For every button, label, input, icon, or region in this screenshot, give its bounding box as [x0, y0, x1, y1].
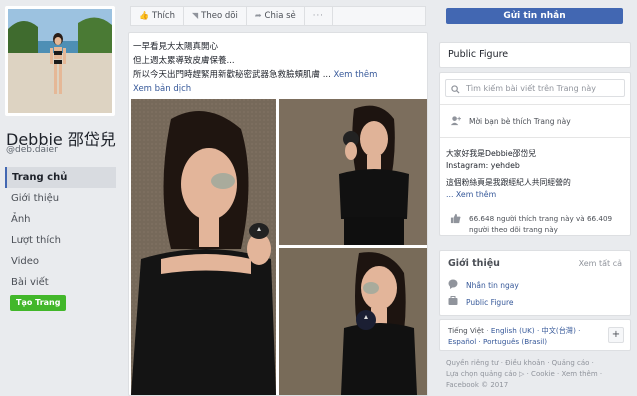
nav-item-about[interactable]: Giới thiệu: [5, 188, 116, 209]
about-summary: 大家好我是Debbie邵岱兒 Instagram: yehdeb 這個粉絲頁是我…: [446, 148, 624, 200]
share-icon: ➦: [254, 11, 262, 20]
share-label: Chia sẻ: [264, 11, 296, 21]
intro-card: Giới thiệu Xem tất cả Nhắn tin ngay Publ…: [439, 250, 631, 316]
woman-photo-3: [279, 248, 427, 395]
thumbs-up-icon: [450, 213, 461, 235]
woman-photo-2: [279, 99, 427, 245]
profile-picture[interactable]: [5, 6, 115, 116]
send-message-button[interactable]: Gửi tin nhắn: [446, 8, 623, 24]
nav-item-likes[interactable]: Lượt thích: [5, 230, 116, 251]
language-list: Tiếng Việt · English (UK) · 中文(台灣) · Esp…: [448, 326, 581, 346]
share-button[interactable]: ➦ Chia sẻ: [247, 7, 305, 25]
intro-see-all-link[interactable]: Xem tất cả: [579, 259, 622, 268]
about-line-2: Instagram: yehdeb: [446, 160, 520, 170]
woman-photo: [131, 99, 276, 395]
nav-item-videos[interactable]: Video: [5, 251, 116, 272]
intro-message-now[interactable]: Nhắn tin ngay: [448, 279, 519, 291]
invite-friends-link[interactable]: Mời bạn bè thích Trang này: [450, 115, 571, 128]
post-line-2: 但上週太累導致皮膚保養...: [133, 56, 235, 66]
create-page-button[interactable]: Tạo Trang: [10, 295, 67, 311]
post-line-1: 一早看見大太陽真開心: [133, 42, 219, 52]
info-icon: [448, 296, 458, 308]
footer-line-1[interactable]: Quyền riêng tư · Điều khoản · Quảng cáo …: [446, 358, 626, 369]
page-search-input[interactable]: Tìm kiếm bài viết trên Trang này: [445, 79, 625, 97]
footer-copyright: Facebook © 2017: [446, 381, 509, 389]
add-friend-icon: [450, 115, 461, 128]
intro-category[interactable]: Public Figure: [448, 296, 513, 308]
page-action-bar: 👍 Thích ◥ Theo dõi ➦ Chia sẻ ···: [130, 6, 426, 26]
page-nav: Trang chủ Giới thiệu Ảnh Lượt thích Vide…: [5, 167, 116, 293]
post-line-3: 所以今天出門時趕緊用新歡秘密武器急救臉頰肌膚 ... Xem thêm: [133, 68, 423, 82]
add-language-button[interactable]: +: [608, 327, 624, 343]
like-label: Thích: [151, 11, 175, 21]
about-line-3: 這個粉絲頁是我跟經紀人共同經營的: [446, 178, 571, 187]
more-options-button[interactable]: ···: [305, 7, 333, 25]
likes-text: 66.648 người thích trang này và 66.409 n…: [469, 214, 613, 234]
search-placeholder: Tìm kiếm bài viết trên Trang này: [466, 83, 596, 93]
see-translation-link[interactable]: Xem bản dịch: [133, 82, 423, 96]
likes-count: 66.648 người thích trang này và 66.409 n…: [450, 213, 626, 235]
category-card: Public Figure: [439, 42, 631, 68]
intro-category-label: Public Figure: [466, 297, 514, 307]
photo-main[interactable]: [131, 99, 276, 395]
current-language: Tiếng Việt: [448, 326, 484, 335]
search-icon: [451, 79, 460, 98]
photo-top-right[interactable]: [279, 99, 427, 245]
nav-item-home[interactable]: Trang chủ: [5, 167, 116, 188]
thumbs-up-icon: 👍: [139, 11, 149, 20]
language-card: Tiếng Việt · English (UK) · 中文(台灣) · Esp…: [439, 319, 631, 351]
footer-links: Quyền riêng tư · Điều khoản · Quảng cáo …: [446, 358, 626, 391]
search-card: Tìm kiếm bài viết trên Trang này Mời bạn…: [439, 72, 631, 236]
category-label[interactable]: Public Figure: [448, 49, 508, 60]
intro-message-label: Nhắn tin ngay: [466, 280, 519, 290]
about-line-1: 大家好我是Debbie邵岱兒: [446, 149, 537, 158]
messenger-icon: [448, 279, 458, 291]
post-line-3-text: 所以今天出門時趕緊用新歡秘密武器急救臉頰肌膚 ...: [133, 70, 331, 80]
divider: [440, 137, 630, 138]
about-see-more-link[interactable]: ... Xem thêm: [446, 189, 624, 201]
intro-title: Giới thiệu: [448, 258, 500, 269]
divider: [440, 104, 630, 105]
nav-item-photos[interactable]: Ảnh: [5, 209, 116, 230]
like-button[interactable]: 👍 Thích: [131, 7, 184, 25]
nav-item-posts[interactable]: Bài viết: [5, 272, 116, 293]
left-column: Debbie 邵岱兒 @deb.daier Trang chủ Giới thi…: [0, 0, 122, 396]
follow-button[interactable]: ◥ Theo dõi: [184, 7, 247, 25]
rss-icon: ◥: [191, 11, 199, 20]
post-photos: [131, 99, 427, 395]
footer-line-2[interactable]: Lựa chọn quảng cáo ▷ · Cookie · Xem thêm…: [446, 369, 626, 380]
follow-label: Theo dõi: [201, 11, 238, 21]
invite-label: Mời bạn bè thích Trang này: [469, 117, 571, 126]
photo-bottom-right[interactable]: [279, 248, 427, 395]
post-text: 一早看見大太陽真開心 但上週太累導致皮膚保養... 所以今天出門時趕緊用新歡秘密…: [133, 40, 423, 96]
page-handle[interactable]: @deb.daier: [6, 145, 58, 155]
beach-photo: [8, 9, 112, 113]
post-card: 一早看見大太陽真開心 但上週太累導致皮膚保養... 所以今天出門時趕緊用新歡秘密…: [128, 32, 428, 396]
see-more-link[interactable]: Xem thêm: [334, 70, 378, 80]
